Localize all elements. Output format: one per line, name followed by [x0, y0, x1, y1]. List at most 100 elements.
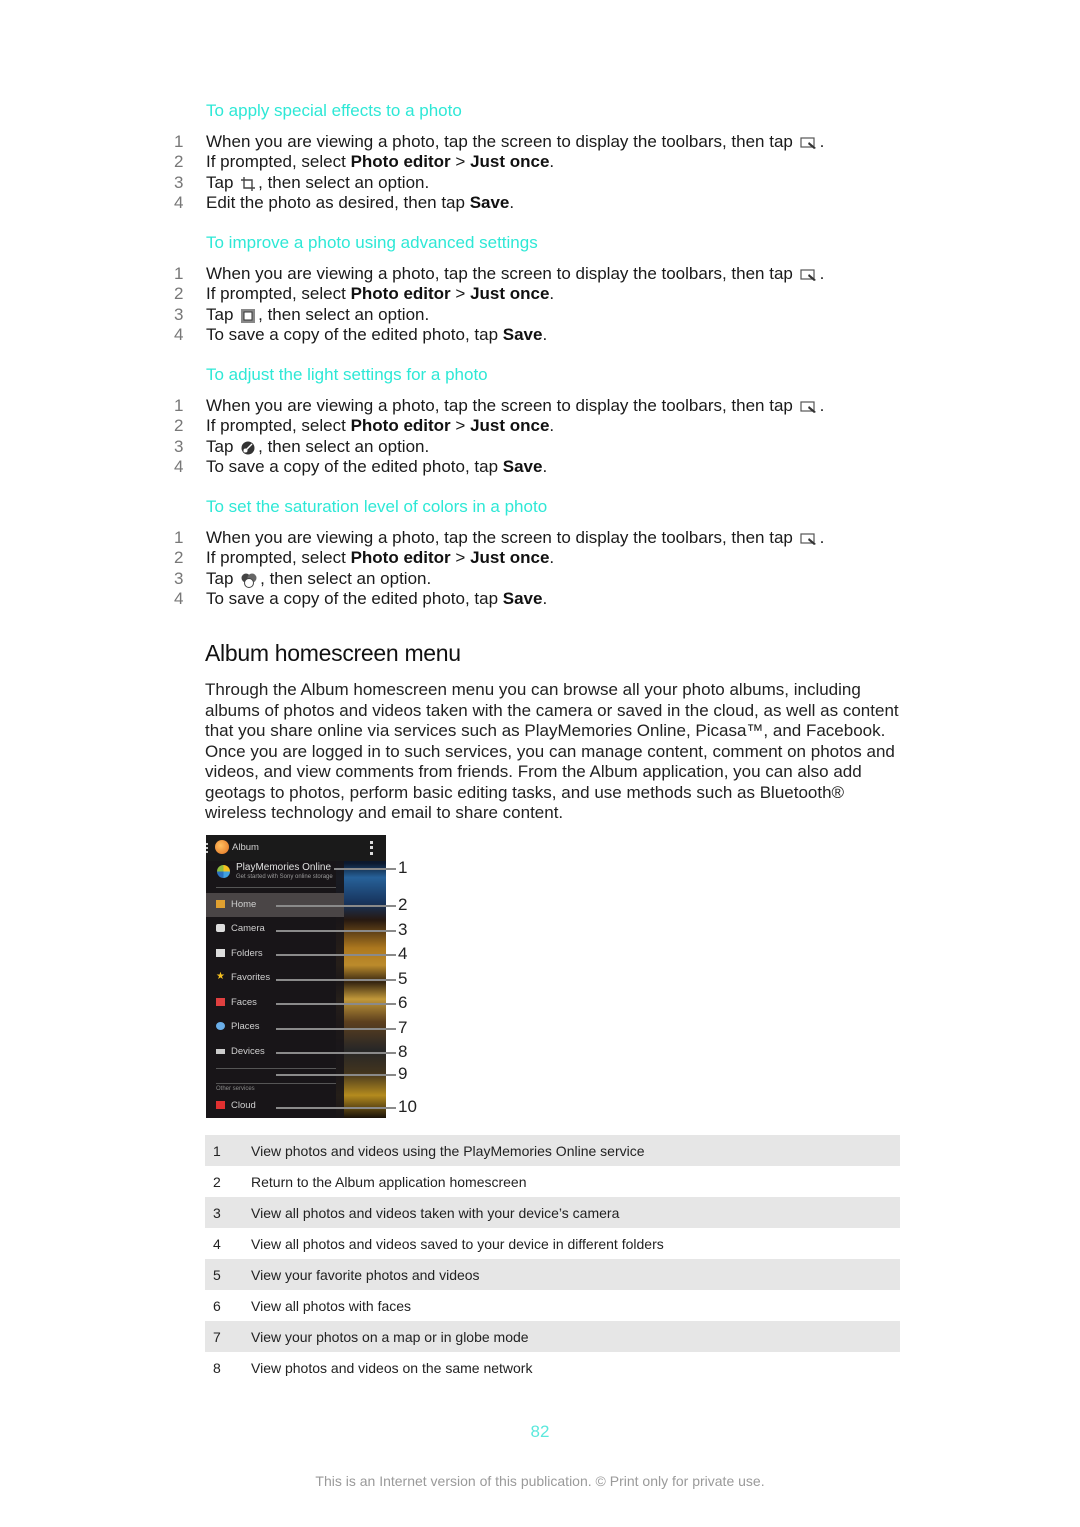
- ui-label-save: Save: [502, 589, 543, 608]
- ui-label-just-once: Just once: [470, 548, 550, 567]
- legend-number: 1: [205, 1135, 251, 1166]
- step: 2 If prompted, select Photo editor > Just…: [174, 548, 554, 568]
- cloud-icon: [216, 1101, 225, 1110]
- step-text: Edit the photo as desired, then tap: [206, 193, 470, 212]
- callout-line: [276, 1074, 396, 1076]
- step-text: When you are viewing a photo, tap the sc…: [206, 132, 798, 151]
- devices-icon: [216, 1048, 225, 1054]
- table-row: 7 View your photos on a map or in globe m…: [205, 1321, 900, 1352]
- step-separator: >: [450, 152, 471, 171]
- step-number: 2: [174, 284, 184, 303]
- step-number: 4: [174, 193, 184, 212]
- step-separator: >: [450, 416, 471, 435]
- step-text: When you are viewing a photo, tap the sc…: [206, 528, 798, 547]
- step-text: To save a copy of the edited photo, tap: [206, 457, 503, 476]
- step-text-end: .: [509, 193, 515, 212]
- folder-icon: [216, 949, 225, 958]
- step-text-end: , then select an option.: [258, 437, 430, 456]
- step: 4 Edit the photo as desired, then tap Sav…: [174, 193, 514, 213]
- playmemories-title: PlayMemories Online: [236, 862, 332, 873]
- step-separator: >: [450, 548, 471, 567]
- table-row: 1 View photos and videos using the PlayMe…: [205, 1135, 900, 1166]
- ui-label-save: Save: [469, 193, 510, 212]
- callout-number: 2: [398, 895, 408, 914]
- step-text: When you are viewing a photo, tap the sc…: [206, 264, 798, 283]
- menu-item-folders: Folders: [216, 948, 263, 959]
- saturation-icon: [241, 573, 257, 588]
- places-pin-icon: [216, 1022, 225, 1031]
- star-icon: ★: [216, 971, 225, 983]
- legend-text: View photos and videos using the PlayMem…: [251, 1135, 900, 1166]
- legend-number: 6: [213, 1297, 221, 1314]
- playmemories-subtitle: Get started with Sony online storage: [236, 874, 333, 880]
- step: 4 To save a copy of the edited photo, tap…: [174, 589, 547, 609]
- step-number: 3: [174, 437, 184, 456]
- step: 3 Tap , then select an option.: [174, 173, 429, 193]
- legend-text: View your favorite photos and videos: [251, 1259, 900, 1290]
- menu-item-label: Devices: [231, 1046, 265, 1057]
- step-text-end: .: [542, 589, 548, 608]
- table-row: 4 View all photos and videos saved to you…: [205, 1228, 900, 1259]
- step-text-end: , then select an option.: [258, 305, 430, 324]
- legend-number: 8: [213, 1359, 221, 1376]
- step: 2 If prompted, select Photo editor > Just…: [174, 416, 554, 436]
- callout-line: [276, 905, 396, 907]
- menu-item-label: Camera: [231, 923, 265, 934]
- footer-notice: This is an Internet version of this publ…: [315, 1473, 765, 1489]
- legend-text: View all photos with faces: [251, 1297, 412, 1314]
- step: 2 If prompted, select Photo editor > Just…: [174, 152, 554, 172]
- step-text: If prompted, select: [206, 284, 351, 303]
- legend-number: 3: [205, 1197, 251, 1228]
- step-text-end: .: [542, 457, 548, 476]
- step-text: Tap: [206, 173, 239, 192]
- legend-text: View all photos and videos taken with yo…: [251, 1197, 900, 1228]
- ui-label-just-once: Just once: [470, 416, 550, 435]
- step-number: 4: [174, 589, 184, 608]
- step-number: 4: [174, 457, 184, 476]
- callout-number: 3: [398, 920, 408, 939]
- ui-label-save: Save: [502, 457, 543, 476]
- callout-number: 9: [398, 1064, 408, 1083]
- step-number: 1: [174, 132, 184, 151]
- step-number: 2: [174, 548, 184, 567]
- callout-number: 6: [398, 993, 408, 1012]
- step-text-end: .: [549, 284, 555, 303]
- page-number: 82: [530, 1422, 550, 1441]
- step-text-end: .: [549, 548, 555, 567]
- table-row: 6 View all photos with faces: [205, 1290, 900, 1321]
- callout-line: [334, 868, 396, 870]
- menu-item-devices: Devices: [216, 1046, 265, 1057]
- crop-icon: [241, 176, 256, 191]
- playmemories-icon: [217, 865, 230, 878]
- faces-icon: [216, 998, 225, 1007]
- menu-item-label: Cloud: [231, 1100, 256, 1111]
- step: 3 Tap , then select an option.: [174, 437, 429, 457]
- step-text: Tap: [206, 437, 239, 456]
- step-text-end: , then select an option.: [258, 173, 430, 192]
- app-title: Album: [232, 842, 259, 853]
- ui-label-just-once: Just once: [470, 284, 550, 303]
- callout-line: [276, 979, 396, 981]
- menu-item-favorites: ★ Favorites: [216, 972, 270, 983]
- step: 1 When you are viewing a photo, tap the s…: [174, 264, 824, 284]
- step-number: 4: [174, 325, 184, 344]
- frame-icon: [241, 308, 256, 323]
- legend-text: View all photos and videos saved to your…: [251, 1235, 664, 1252]
- step: 1 When you are viewing a photo, tap the s…: [174, 132, 824, 152]
- step: 4 To save a copy of the edited photo, tap…: [174, 457, 547, 477]
- step-text: If prompted, select: [206, 548, 351, 567]
- step-text: When you are viewing a photo, tap the sc…: [206, 396, 798, 415]
- table-row: 3 View all photos and videos taken with y…: [205, 1197, 900, 1228]
- ui-label-photo-editor: Photo editor: [350, 284, 451, 303]
- step-number: 3: [174, 173, 184, 192]
- other-services-label: Other services: [216, 1086, 255, 1092]
- legend-number: 4: [213, 1235, 221, 1252]
- legend-number: 2: [213, 1173, 221, 1190]
- legend-text: View your photos on a map or in globe mo…: [251, 1321, 900, 1352]
- step-text: Tap: [206, 569, 239, 588]
- intro-paragraph: Through the Album homescreen menu you ca…: [205, 680, 899, 822]
- step-number: 2: [174, 152, 184, 171]
- step: 4 To save a copy of the edited photo, tap…: [174, 325, 547, 345]
- photo-edit-icon: [799, 400, 816, 413]
- ui-label-photo-editor: Photo editor: [350, 152, 451, 171]
